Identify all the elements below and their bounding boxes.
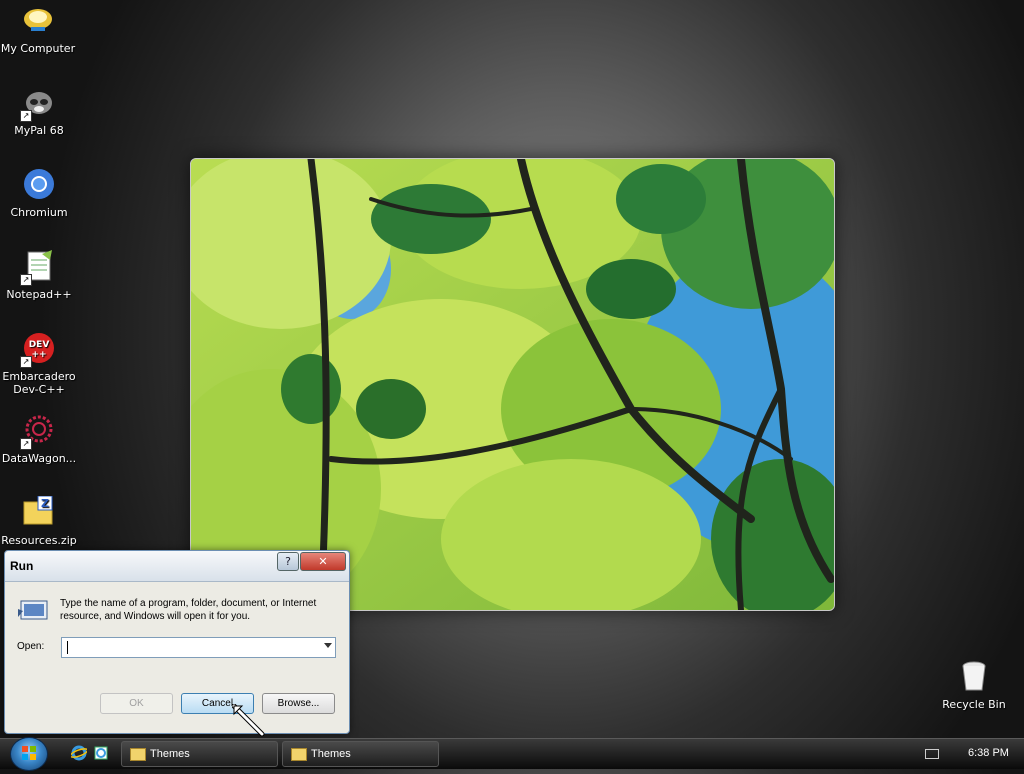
taskbar-button-themes-1[interactable]: Themes [121, 741, 278, 767]
taskbar-button-label: Themes [150, 748, 190, 760]
slideshow-photo[interactable] [190, 158, 835, 611]
open-label: Open: [17, 641, 45, 652]
keyboard-icon[interactable] [925, 749, 939, 759]
help-button[interactable]: ? [277, 552, 299, 571]
shortcut-arrow-icon: ↗ [20, 274, 32, 286]
taskbar: Themes Themes 6:38 PM [0, 737, 1024, 771]
notepadpp-icon: ↗ [20, 250, 56, 286]
open-combobox[interactable] [61, 637, 336, 658]
mouse-pointer-icon [232, 704, 265, 737]
taskbar-button-label: Themes [311, 748, 351, 760]
desktop-icon-mypal[interactable]: ↗ MyPal 68 [1, 86, 77, 137]
raccoon-icon: ↗ [20, 86, 56, 122]
desktop-icon-label: Chromium [10, 206, 68, 219]
recycle-bin-icon [957, 660, 991, 694]
windows-logo-icon [22, 746, 36, 760]
desktop-icon-label: Dev-C++ [13, 383, 65, 396]
chromium-icon [22, 168, 56, 202]
close-button[interactable]: ✕ [300, 552, 346, 571]
shortcut-arrow-icon: ↗ [20, 110, 32, 122]
datawagon-icon: ↗ [20, 414, 56, 450]
desktop-icon-devcpp[interactable]: DEV ++ ↗ Embarcadero Dev-C++ [1, 332, 77, 396]
zip-folder-icon: Z [22, 495, 56, 530]
ok-button[interactable]: OK [100, 693, 173, 714]
clock[interactable]: 6:38 PM [968, 747, 1009, 759]
desktop-icon-chromium[interactable]: Chromium [1, 168, 77, 219]
internet-explorer-icon[interactable] [69, 745, 89, 761]
run-description: Type the name of a program, folder, docu… [60, 598, 317, 622]
desktop-icon-label: My Computer [0, 42, 76, 55]
desktop-icon-my-computer[interactable]: My Computer [0, 4, 76, 55]
run-dialog: Run ? ✕ Type the name of a program, fold… [4, 550, 350, 734]
ie-quicklaunch-icon[interactable] [93, 745, 109, 761]
desktop-icon-resources-zip[interactable]: Z Resources.zip [1, 495, 77, 547]
text-caret [67, 641, 68, 654]
taskbar-button-themes-2[interactable]: Themes [282, 741, 439, 767]
desktop-icon-label: Embarcadero [2, 370, 76, 383]
desktop-icon-label: Notepad++ [6, 288, 72, 301]
desktop-icon-label: Resources.zip [1, 534, 77, 547]
chevron-down-icon[interactable] [324, 643, 332, 648]
folder-icon [291, 748, 307, 761]
svg-text:Z: Z [41, 497, 49, 510]
shortcut-arrow-icon: ↗ [20, 356, 32, 368]
shortcut-arrow-icon: ↗ [20, 438, 32, 450]
svg-text:++: ++ [31, 350, 46, 360]
desktop-icon-label: MyPal 68 [14, 124, 64, 137]
desktop-icon-datawagon[interactable]: ↗ DataWagon... [1, 414, 77, 465]
desktop-icon-notepadpp[interactable]: ↗ Notepad++ [1, 250, 77, 301]
svg-text:DEV: DEV [29, 340, 50, 350]
desktop-icon-label: Recycle Bin [942, 698, 1006, 711]
browse-button[interactable]: Browse... [262, 693, 335, 714]
start-button[interactable] [10, 737, 48, 771]
run-dialog-title: Run [10, 559, 34, 573]
run-icon [17, 597, 49, 625]
folder-icon [130, 748, 146, 761]
leaves-photo-image [191, 159, 834, 610]
run-dialog-titlebar[interactable]: Run ? ✕ [5, 551, 349, 582]
desktop-icon-recycle-bin[interactable]: Recycle Bin [936, 660, 1012, 711]
my-computer-icon [21, 4, 55, 38]
devcpp-icon: DEV ++ ↗ [20, 332, 56, 368]
desktop-icon-label: DataWagon... [1, 452, 77, 465]
